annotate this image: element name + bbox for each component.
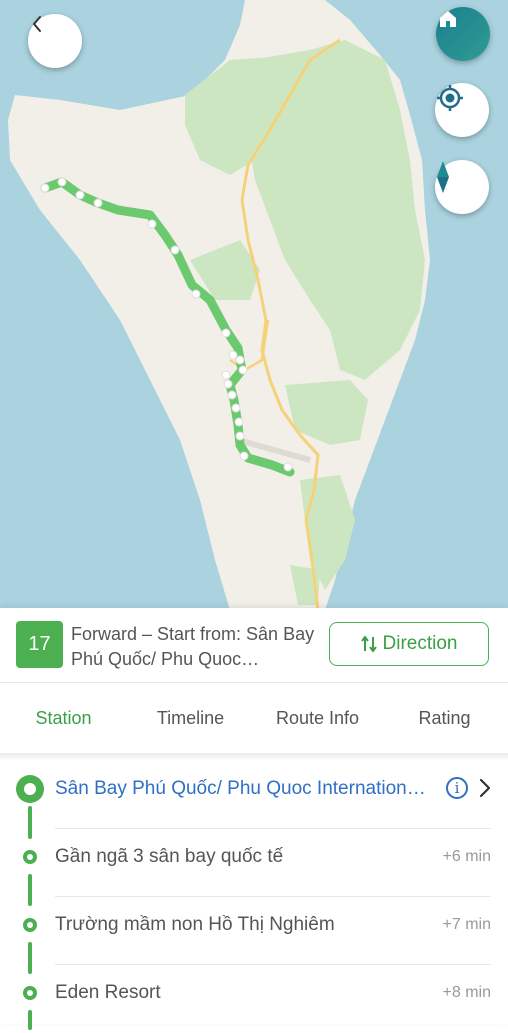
home-button[interactable]	[436, 7, 490, 61]
stop-list: Sân Bay Phú Quốc/ Phu Quoc International…	[0, 761, 508, 1030]
stop-time: +7 min	[442, 916, 491, 933]
route-number-badge: 17	[16, 621, 63, 668]
back-icon	[33, 16, 41, 32]
stop-marker	[23, 986, 37, 1000]
stop-item[interactable]: Eden Resort +8 min	[0, 965, 508, 1033]
info-icon[interactable]: i	[446, 777, 468, 799]
stop-marker-start	[16, 775, 44, 803]
compass-button[interactable]	[435, 160, 489, 214]
home-icon	[440, 11, 456, 27]
stop-name: Gần ngã 3 sân bay quốc tế	[55, 846, 284, 867]
map-canvas	[0, 0, 508, 610]
map-view[interactable]	[0, 0, 508, 610]
stop-item[interactable]: Gần ngã 3 sân bay quốc tế +6 min	[0, 829, 508, 897]
route-title: Forward – Start from: Sân Bay Phú Quốc/ …	[71, 624, 315, 669]
tab-timeline[interactable]: Timeline	[127, 683, 254, 753]
stop-marker	[23, 850, 37, 864]
locate-icon	[437, 85, 463, 111]
direction-button[interactable]: Direction	[329, 622, 489, 666]
stop-time: +6 min	[442, 848, 491, 865]
locate-button[interactable]	[435, 83, 489, 137]
direction-label: Direction	[382, 633, 458, 654]
stop-name: Sân Bay Phú Quốc/ Phu Quoc International…	[55, 778, 435, 799]
tab-route-info[interactable]: Route Info	[254, 683, 381, 753]
stop-item[interactable]: Trường mầm non Hồ Thị Nghiêm +7 min	[0, 897, 508, 965]
stop-name: Trường mầm non Hồ Thị Nghiêm	[55, 914, 335, 935]
route-panel: 17 Forward – Start from: Sân Bay Phú Quố…	[0, 608, 508, 1030]
stop-item[interactable]: Sân Bay Phú Quốc/ Phu Quoc International…	[0, 761, 508, 829]
swap-arrows-icon	[360, 635, 377, 653]
tab-rating[interactable]: Rating	[381, 683, 508, 753]
tabs-shadow	[0, 753, 508, 761]
route-header: 17 Forward – Start from: Sân Bay Phú Quố…	[0, 608, 508, 682]
chevron-right-icon[interactable]	[478, 777, 492, 799]
stop-marker	[23, 918, 37, 932]
stop-time: +8 min	[442, 984, 491, 1001]
tab-station[interactable]: Station	[0, 683, 127, 753]
back-button[interactable]	[28, 14, 82, 68]
tab-bar: Station Timeline Route Info Rating	[0, 683, 508, 753]
stop-name: Eden Resort	[55, 982, 161, 1003]
compass-icon	[437, 161, 449, 193]
